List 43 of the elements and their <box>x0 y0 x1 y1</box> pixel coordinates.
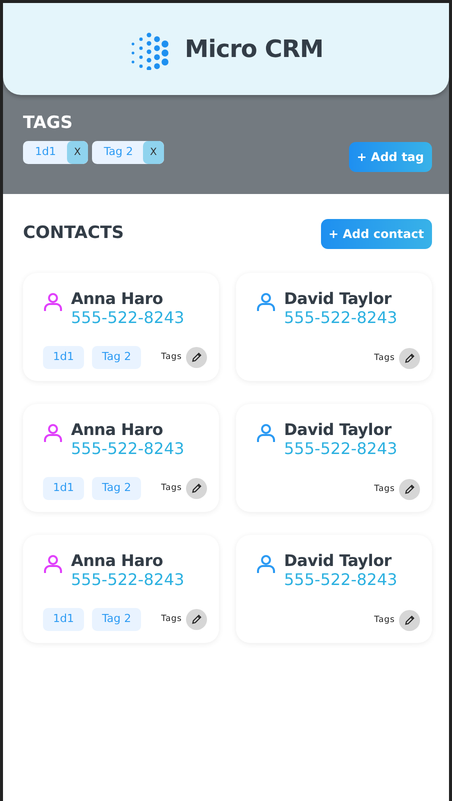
contact-phone: 555-522-8243 <box>71 308 184 328</box>
contact-name: David Taylor <box>284 552 393 570</box>
contact-tag: 1d1 <box>43 346 84 368</box>
contact-name: Anna Haro <box>71 290 164 308</box>
pencil-icon <box>404 614 415 626</box>
edit-tags-button[interactable] <box>186 478 207 499</box>
tags-label: Tags <box>161 350 182 364</box>
contact-phone: 555-522-8243 <box>284 308 398 328</box>
edit-tags-button[interactable] <box>399 610 420 630</box>
tag-label: Tag 2 <box>102 144 134 160</box>
pencil-icon <box>191 482 202 494</box>
contact-phone: 555-522-8243 <box>284 438 398 458</box>
tags-label: Tags <box>374 352 395 364</box>
contact-name: Anna Haro <box>71 552 164 570</box>
contact-name: Anna Haro <box>71 420 164 439</box>
tag-label: 1d1 <box>34 144 57 160</box>
section-title: CONTACTS <box>23 222 124 245</box>
contact-tag: Tag 2 <box>92 608 142 630</box>
tags-label: Tags <box>161 612 182 626</box>
edit-tags-button[interactable] <box>399 348 420 368</box>
contact-tag: Tag 2 <box>92 477 142 500</box>
edit-tags-button[interactable] <box>186 608 207 630</box>
contact-tag: Tag 2 <box>92 346 142 368</box>
contact-tag: 1d1 <box>43 608 84 630</box>
edit-tags-button[interactable] <box>399 478 420 500</box>
pencil-icon <box>404 352 415 364</box>
remove-tag-button[interactable]: X <box>142 140 164 164</box>
tags-label: Tags <box>374 614 395 626</box>
section-title: TAGS <box>23 112 74 135</box>
contact-tag: 1d1 <box>43 477 84 500</box>
contact-name: David Taylor <box>284 420 393 439</box>
tags-label: Tags <box>374 482 395 496</box>
tags-label: Tags <box>161 482 182 495</box>
contact-phone: 555-522-8243 <box>284 570 398 590</box>
pencil-icon <box>404 484 415 494</box>
app-title: Micro CRM <box>184 34 324 65</box>
pencil-icon <box>191 352 202 363</box>
remove-tag-button[interactable]: X <box>67 140 88 164</box>
contact-phone: 555-522-8243 <box>71 438 184 458</box>
contact-name: David Taylor <box>284 290 393 308</box>
edit-tags-button[interactable] <box>186 346 207 368</box>
pencil-icon <box>191 614 202 625</box>
contact-phone: 555-522-8243 <box>71 570 184 590</box>
